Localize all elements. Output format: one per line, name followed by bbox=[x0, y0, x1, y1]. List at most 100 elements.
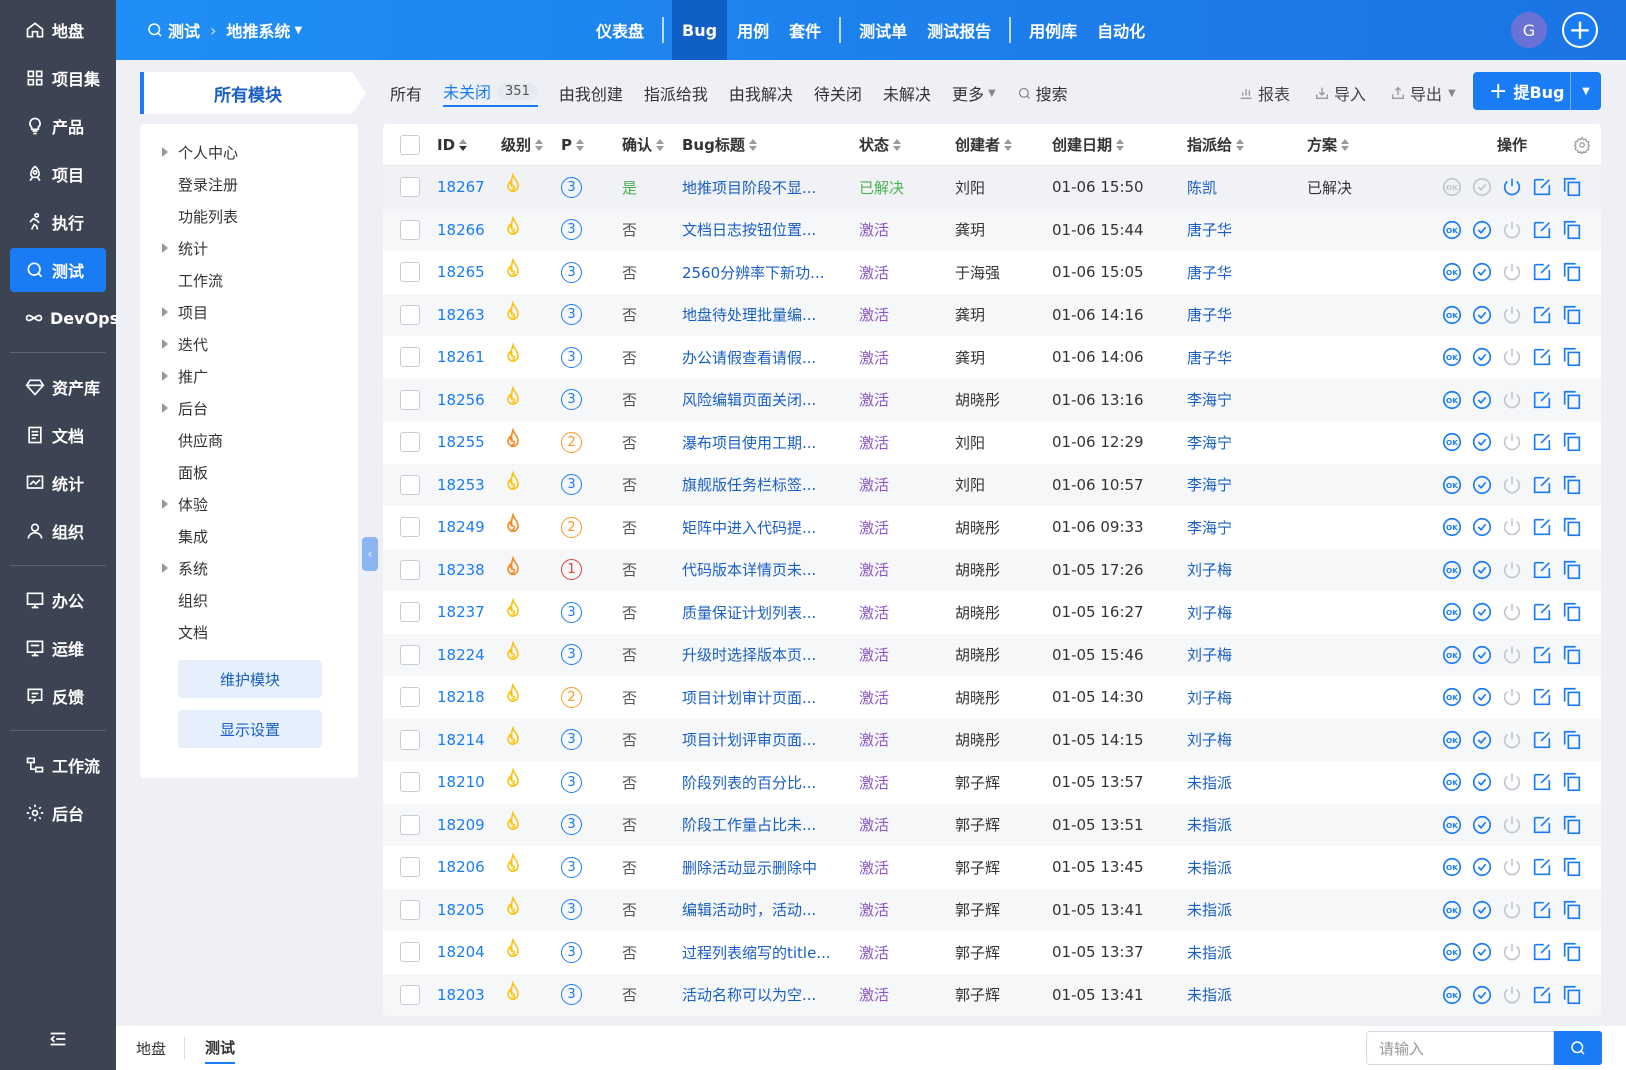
row-checkbox[interactable] bbox=[383, 517, 437, 538]
close-icon[interactable] bbox=[1501, 176, 1523, 198]
tab-unclosed[interactable]: 未关闭 351 bbox=[443, 79, 538, 107]
resolve-icon[interactable] bbox=[1471, 814, 1493, 836]
top-tab-7[interactable]: 自动化 bbox=[1087, 0, 1155, 60]
row-checkbox[interactable] bbox=[383, 432, 437, 453]
nav-item-items-0[interactable]: 地盘 bbox=[10, 8, 106, 52]
resolve-icon[interactable] bbox=[1471, 219, 1493, 241]
edit-icon[interactable] bbox=[1531, 601, 1553, 623]
col-status[interactable]: 状态 bbox=[859, 134, 955, 155]
add-bug-dropdown[interactable]: ▼ bbox=[1571, 86, 1601, 97]
col-confirm[interactable]: 确认 bbox=[622, 134, 682, 155]
confirm-icon[interactable]: OK bbox=[1441, 261, 1463, 283]
row-checkbox[interactable] bbox=[383, 772, 437, 793]
bug-title-link[interactable]: 办公请假查看请假... bbox=[682, 347, 816, 368]
close-icon[interactable] bbox=[1501, 856, 1523, 878]
bug-title-link[interactable]: 旗舰版任务栏标签... bbox=[682, 474, 816, 495]
close-icon[interactable] bbox=[1501, 899, 1523, 921]
expand-arrow-icon[interactable] bbox=[162, 563, 168, 573]
edit-icon[interactable] bbox=[1531, 899, 1553, 921]
tree-node[interactable]: 统计 bbox=[140, 232, 358, 264]
edit-icon[interactable] bbox=[1531, 856, 1553, 878]
assignee-link[interactable]: 李海宁 bbox=[1187, 432, 1232, 453]
tree-node[interactable]: 登录注册 bbox=[140, 168, 358, 200]
tree-node[interactable]: 功能列表 bbox=[140, 200, 358, 232]
display-settings-button[interactable]: 显示设置 bbox=[178, 710, 322, 748]
nav-item-items3-1[interactable]: 运维 bbox=[10, 626, 106, 670]
bug-id-link[interactable]: 18237 bbox=[437, 603, 485, 621]
resolve-icon[interactable] bbox=[1471, 899, 1493, 921]
bug-id-link[interactable]: 18203 bbox=[437, 986, 485, 1004]
table-row[interactable]: 18238 2 1 否 代码版本详情页未... 激活 胡晓彤 01-05 17:26 刘子梅 OK bbox=[383, 548, 1601, 591]
copy-icon[interactable] bbox=[1561, 474, 1583, 496]
assignee-link[interactable]: 未指派 bbox=[1187, 772, 1232, 793]
row-checkbox[interactable] bbox=[383, 304, 437, 325]
row-checkbox[interactable] bbox=[383, 942, 437, 963]
expand-arrow-icon[interactable] bbox=[162, 307, 168, 317]
bug-id-link[interactable]: 18224 bbox=[437, 646, 485, 664]
col-id[interactable]: ID bbox=[437, 136, 501, 154]
edit-icon[interactable] bbox=[1531, 771, 1553, 793]
tree-node[interactable]: 迭代 bbox=[140, 328, 358, 360]
add-bug-button[interactable]: + 提Bug ▼ bbox=[1473, 72, 1601, 110]
bug-id-link[interactable]: 18210 bbox=[437, 773, 485, 791]
nav-item-items-6[interactable]: DevOps bbox=[10, 296, 119, 340]
col-assignee[interactable]: 指派给 bbox=[1187, 134, 1307, 155]
breadcrumb-root[interactable]: 测试 bbox=[168, 18, 200, 42]
col-priority[interactable]: P bbox=[561, 136, 622, 154]
confirm-icon[interactable]: OK bbox=[1441, 644, 1463, 666]
nav-item-items3-2[interactable]: 反馈 bbox=[10, 674, 106, 718]
row-checkbox[interactable] bbox=[383, 687, 437, 708]
edit-icon[interactable] bbox=[1531, 304, 1553, 326]
confirm-icon[interactable]: OK bbox=[1441, 389, 1463, 411]
copy-icon[interactable] bbox=[1561, 176, 1583, 198]
table-row[interactable]: 18263 3 3 否 地盘待处理批量编... 激活 龚玥 01-06 14:16 唐子华 OK bbox=[383, 293, 1601, 336]
tab-assigned-to-me[interactable]: 指派给我 bbox=[644, 81, 708, 105]
nav-item-items4-1[interactable]: 后台 bbox=[10, 791, 106, 835]
tree-node[interactable]: 推广 bbox=[140, 360, 358, 392]
report-button[interactable]: 报表 bbox=[1238, 81, 1290, 105]
assignee-link[interactable]: 刘子梅 bbox=[1187, 602, 1232, 623]
tab-all[interactable]: 所有 bbox=[390, 81, 422, 105]
edit-icon[interactable] bbox=[1531, 516, 1553, 538]
col-title[interactable]: Bug标题 bbox=[682, 134, 859, 155]
row-checkbox[interactable] bbox=[383, 899, 437, 920]
top-tab-6[interactable]: 用例库 bbox=[1019, 0, 1087, 60]
tree-node[interactable]: 个人中心 bbox=[140, 136, 358, 168]
bug-id-link[interactable]: 18256 bbox=[437, 391, 485, 409]
copy-icon[interactable] bbox=[1561, 729, 1583, 751]
resolve-icon[interactable] bbox=[1471, 559, 1493, 581]
confirm-icon[interactable]: OK bbox=[1441, 856, 1463, 878]
assignee-link[interactable]: 未指派 bbox=[1187, 984, 1232, 1005]
assignee-link[interactable]: 刘子梅 bbox=[1187, 687, 1232, 708]
resolve-icon[interactable] bbox=[1471, 431, 1493, 453]
confirm-icon[interactable]: OK bbox=[1441, 176, 1463, 198]
assignee-link[interactable]: 李海宁 bbox=[1187, 517, 1232, 538]
table-row[interactable]: 18203 3 3 否 活动名称可以为空... 激活 郭子辉 01-05 13:41 未指派 OK bbox=[383, 973, 1601, 1016]
edit-icon[interactable] bbox=[1531, 984, 1553, 1006]
product-switcher[interactable]: 地推系统 bbox=[226, 18, 290, 42]
assignee-link[interactable]: 刘子梅 bbox=[1187, 644, 1232, 665]
confirm-icon[interactable]: OK bbox=[1441, 729, 1463, 751]
confirm-icon[interactable]: OK bbox=[1441, 686, 1463, 708]
nav-item-items-1[interactable]: 项目集 bbox=[10, 56, 106, 100]
confirm-icon[interactable]: OK bbox=[1441, 431, 1463, 453]
bug-id-link[interactable]: 18209 bbox=[437, 816, 485, 834]
nav-item-items3-0[interactable]: 办公 bbox=[10, 578, 106, 622]
confirm-icon[interactable]: OK bbox=[1441, 814, 1463, 836]
copy-icon[interactable] bbox=[1561, 941, 1583, 963]
tab-created-by-me[interactable]: 由我创建 bbox=[559, 81, 623, 105]
confirm-icon[interactable]: OK bbox=[1441, 984, 1463, 1006]
table-row[interactable]: 18267 3 3 是 地推项目阶段不显... 已解决 刘阳 01-06 15:50 陈凯 已解决… bbox=[383, 166, 1601, 209]
copy-icon[interactable] bbox=[1561, 261, 1583, 283]
confirm-icon[interactable]: OK bbox=[1441, 219, 1463, 241]
confirm-icon[interactable]: OK bbox=[1441, 601, 1463, 623]
row-checkbox[interactable] bbox=[383, 559, 437, 580]
assignee-link[interactable]: 唐子华 bbox=[1187, 304, 1232, 325]
assignee-link[interactable]: 刘子梅 bbox=[1187, 729, 1232, 750]
copy-icon[interactable] bbox=[1561, 304, 1583, 326]
row-checkbox[interactable] bbox=[383, 814, 437, 835]
resolve-icon[interactable] bbox=[1471, 856, 1493, 878]
assignee-link[interactable]: 唐子华 bbox=[1187, 262, 1232, 283]
bug-id-link[interactable]: 18255 bbox=[437, 433, 485, 451]
column-settings-button[interactable] bbox=[1573, 136, 1591, 156]
